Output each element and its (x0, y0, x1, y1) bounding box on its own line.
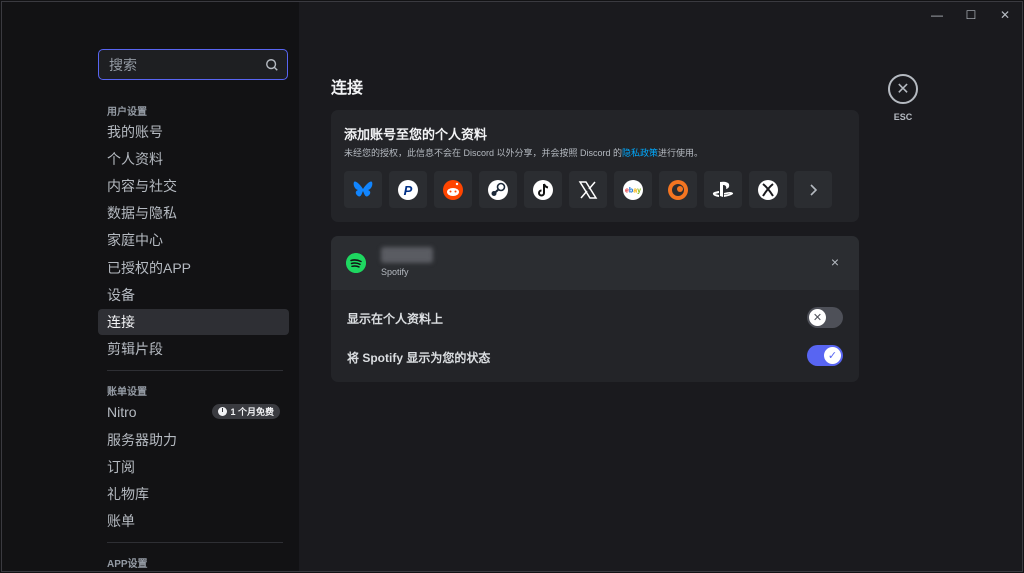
sidebar-item-label: Nitro (107, 404, 137, 420)
paypal-icon[interactable]: P (389, 171, 427, 208)
sidebar-item-label: 家庭中心 (107, 232, 163, 248)
bluesky-icon[interactable] (344, 171, 382, 208)
sidebar-divider (107, 370, 283, 371)
sidebar-item-label: 我的账号 (107, 124, 163, 140)
sidebar-item-label: 礼物库 (107, 486, 149, 502)
show-as-status-toggle[interactable]: ✓ (807, 345, 843, 366)
show-as-status-label: 将 Spotify 显示为您的状态 (347, 351, 491, 365)
sidebar: 用户设置 我的账号 个人资料 内容与社交 数据与隐私 家庭中心 已授权的APP … (2, 2, 299, 571)
sidebar-item-label: 内容与社交 (107, 178, 177, 194)
sidebar-item-data-privacy[interactable]: 数据与隐私 (98, 200, 289, 226)
spotify-card-header: Spotify × (331, 236, 859, 290)
close-icon[interactable]: ✕ (888, 74, 918, 104)
sidebar-item-label: 设备 (107, 287, 135, 303)
svg-text:ebay: ebay (625, 187, 641, 194)
sidebar-item-my-account[interactable]: 我的账号 (98, 119, 289, 145)
sidebar-item-nitro[interactable]: Nitro 1 个月免费 (98, 399, 289, 425)
section-title-billing-settings: 账单设置 (107, 387, 147, 398)
sidebar-item-label: 已授权的APP (107, 260, 192, 276)
disconnect-icon[interactable]: × (831, 254, 839, 270)
add-account-card: 添加账号至您的个人资料 未经您的授权，此信息不会在 Discord 以外分享，并… (331, 110, 859, 222)
sidebar-item-authorized-apps[interactable]: 已授权的APP (98, 255, 289, 281)
sidebar-item-family-center[interactable]: 家庭中心 (98, 227, 289, 253)
playstation-icon[interactable] (704, 171, 742, 208)
search-box[interactable] (98, 49, 288, 80)
sidebar-item-connections[interactable]: 连接 (98, 309, 289, 335)
main-content: — ☐ ✕ 连接 ✕ ESC 添加账号至您的个人资料 未经您的授权，此信息不会在… (299, 2, 1022, 571)
add-account-title: 添加账号至您的个人资料 (344, 127, 488, 142)
spotify-connection-card: Spotify × 显示在个人资料上 ✕ 将 Spotify 显示为您的状态 ✓ (331, 236, 859, 382)
search-input[interactable] (107, 55, 265, 74)
show-on-profile-label: 显示在个人资料上 (347, 312, 444, 326)
maximize-icon[interactable]: ☐ (954, 2, 988, 28)
page-title: 连接 (331, 80, 364, 97)
sidebar-item-billing[interactable]: 账单 (98, 508, 289, 534)
xbox-icon[interactable] (749, 171, 787, 208)
close-window-icon[interactable]: ✕ (988, 2, 1022, 28)
show-on-profile-toggle[interactable]: ✕ (807, 307, 843, 328)
sidebar-item-content-social[interactable]: 内容与社交 (98, 173, 289, 199)
sidebar-item-label: 服务器助力 (107, 432, 177, 448)
tiktok-icon[interactable] (524, 171, 562, 208)
sidebar-item-label: 连接 (107, 314, 135, 330)
spotify-icon (346, 253, 366, 273)
section-title-user-settings: 用户设置 (107, 107, 147, 118)
ebay-icon[interactable]: ebay (614, 171, 652, 208)
sidebar-item-devices[interactable]: 设备 (98, 282, 289, 308)
sidebar-item-label: 订阅 (107, 459, 135, 475)
clock-icon (218, 407, 228, 416)
sidebar-item-clips[interactable]: 剪辑片段 (98, 336, 289, 362)
search-icon[interactable] (265, 58, 279, 72)
window-controls: — ☐ ✕ (920, 2, 1022, 28)
chevron-right-icon[interactable] (794, 171, 832, 208)
sidebar-item-label: 个人资料 (107, 151, 163, 167)
svg-text:P: P (404, 183, 413, 198)
settings-window: 用户设置 我的账号 个人资料 内容与社交 数据与隐私 家庭中心 已授权的APP … (1, 1, 1023, 572)
sidebar-item-server-boost[interactable]: 服务器助力 (98, 427, 289, 453)
add-account-description: 未经您的授权，此信息不会在 Discord 以外分享，并会按照 Discord … (344, 148, 704, 158)
sidebar-item-subscriptions[interactable]: 订阅 (98, 454, 289, 480)
esc-label: ESC (893, 112, 913, 122)
x-icon[interactable] (569, 171, 607, 208)
toggle-off-icon: ✕ (809, 309, 826, 326)
sidebar-item-label: 数据与隐私 (107, 205, 177, 221)
esc-button[interactable]: ✕ ESC (888, 74, 918, 122)
account-name-redacted (381, 247, 433, 263)
reddit-icon[interactable] (434, 171, 472, 208)
sidebar-item-label: 账单 (107, 513, 135, 529)
minimize-icon[interactable]: — (920, 2, 954, 28)
sidebar-divider (107, 542, 283, 543)
section-title-app-settings: APP设置 (107, 559, 148, 570)
toggle-on-icon: ✓ (824, 347, 841, 364)
crunchyroll-icon[interactable] (659, 171, 697, 208)
service-icons: P ebay (344, 171, 832, 208)
steam-icon[interactable] (479, 171, 517, 208)
spotify-service-label: Spotify (381, 267, 409, 277)
sidebar-item-gift-inventory[interactable]: 礼物库 (98, 481, 289, 507)
sidebar-item-label: 剪辑片段 (107, 341, 163, 357)
sidebar-item-profile[interactable]: 个人资料 (98, 146, 289, 172)
free-trial-badge: 1 个月免费 (212, 404, 280, 419)
privacy-policy-link[interactable]: 隐私政策 (622, 148, 658, 158)
